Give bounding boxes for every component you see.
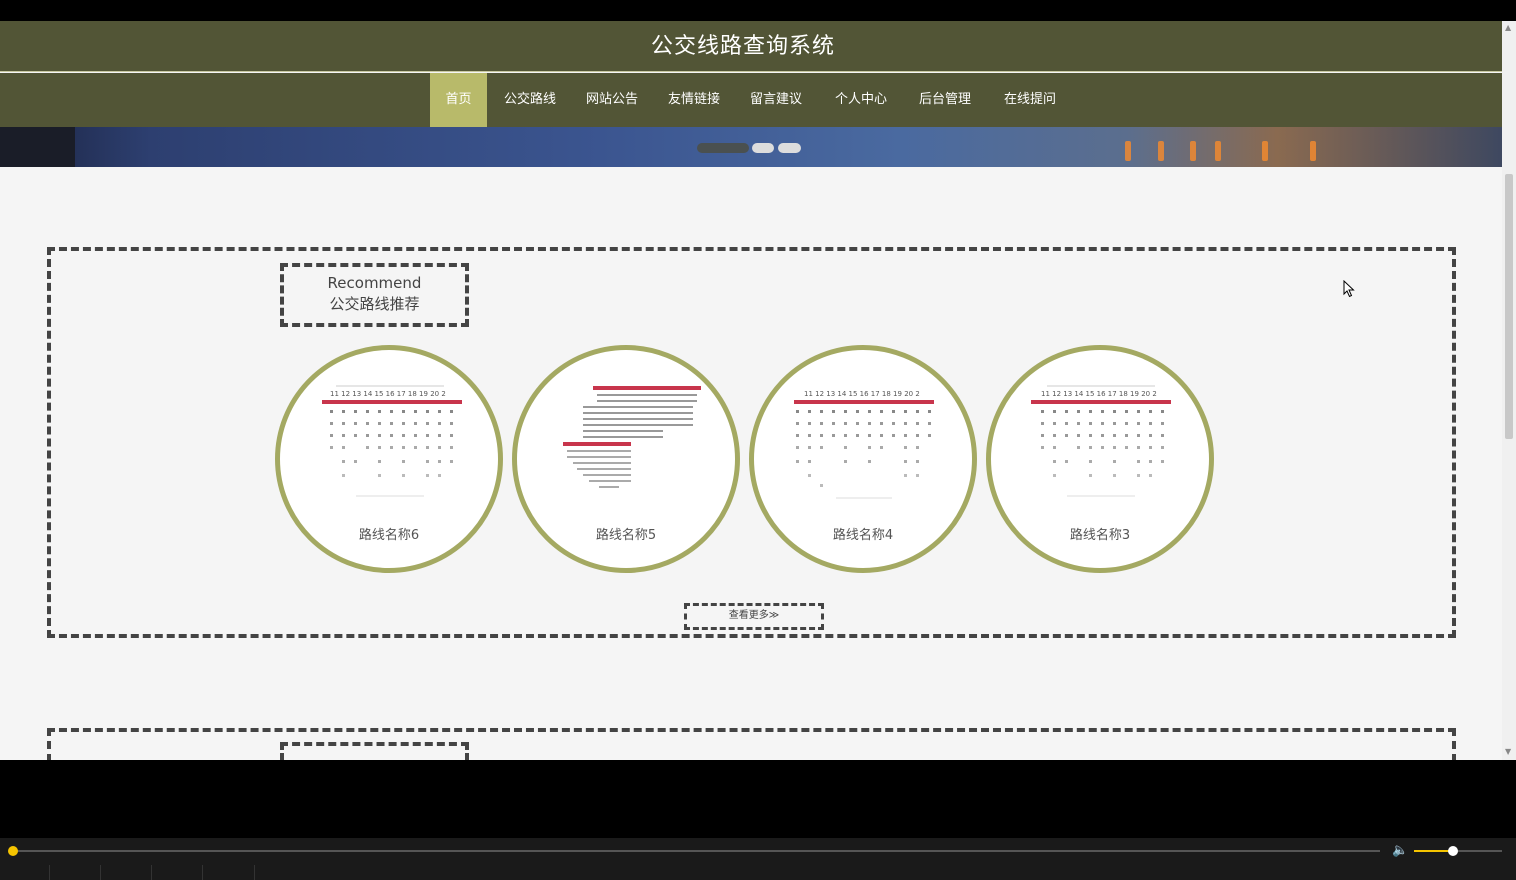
route-card[interactable]: 路线名称5: [512, 345, 740, 573]
route-map-image: 11 12 13 14 15 16 17 18 19 20 2: [322, 385, 462, 497]
player-button[interactable]: [50, 865, 101, 880]
progress-track[interactable]: [14, 850, 1380, 852]
svg-text:11 12 13 14 15 16 17 18 19 20: 11 12 13 14 15 16 17 18 19 20 2: [804, 390, 920, 398]
section-title-en: Recommend: [327, 274, 422, 292]
section-title-box: Recommend 公交路线推荐: [280, 263, 469, 327]
nav-item-home[interactable]: 首页: [430, 73, 487, 127]
nav-item-friend-links[interactable]: 友情链接: [660, 73, 728, 127]
view-more-button[interactable]: 查看更多≫: [684, 603, 824, 630]
nav-item-admin[interactable]: 后台管理: [911, 73, 979, 127]
banner-light: [1190, 141, 1196, 161]
route-name[interactable]: 路线名称5: [517, 524, 735, 543]
svg-text:11 12 13 14 15 16 17 18 19 20: 11 12 13 14 15 16 17 18 19 20 2: [1041, 390, 1157, 398]
route-card[interactable]: 11 12 13 14 15 16 17 18 19 20 2 路线名称6: [275, 345, 503, 573]
nav-item-online-question[interactable]: 在线提问: [996, 73, 1064, 127]
carousel-dot-active[interactable]: [697, 143, 749, 153]
section-title-box: [280, 742, 469, 760]
main-nav: 首页 公交路线 网站公告 友情链接 留言建议 个人中心 后台管理 在线提问: [0, 73, 1502, 127]
nav-item-bus-routes[interactable]: 公交路线: [496, 73, 564, 127]
player-button[interactable]: [0, 865, 50, 880]
player-button[interactable]: [152, 865, 203, 880]
nav-item-announcements[interactable]: 网站公告: [578, 73, 646, 127]
route-map-image: [563, 386, 701, 488]
route-name[interactable]: 路线名称6: [280, 524, 498, 543]
site-header: 公交线路查询系统: [0, 21, 1502, 72]
window-top-bar: [0, 0, 1516, 21]
route-name[interactable]: 路线名称4: [754, 524, 972, 543]
route-card[interactable]: 11 12 13 14 15 16 17 18 19 20 2 路线名称4: [749, 345, 977, 573]
route-card[interactable]: 11 12 13 14 15 16 17 18 19 20 2 路线名称3: [986, 345, 1214, 573]
banner-dark-edge: [0, 127, 75, 167]
video-player-controls: 🔈: [0, 838, 1516, 880]
carousel-dot[interactable]: [778, 143, 801, 153]
carousel-dot[interactable]: [752, 143, 774, 153]
route-map-image: 11 12 13 14 15 16 17 18 19 20 2: [1031, 385, 1171, 497]
nav-item-personal-center[interactable]: 个人中心: [827, 73, 895, 127]
second-section: [47, 728, 1456, 760]
banner-light: [1262, 141, 1268, 161]
player-button[interactable]: [203, 865, 255, 880]
recommend-section: Recommend 公交路线推荐 11 12 13 14 15 16 17 18…: [47, 247, 1456, 638]
player-button[interactable]: [101, 865, 152, 880]
banner-carousel[interactable]: [0, 127, 1502, 167]
site-title: 公交线路查询系统: [650, 34, 835, 59]
vertical-scrollbar[interactable]: ▲ ▼: [1502, 21, 1516, 760]
progress-knob[interactable]: [8, 846, 18, 856]
route-name[interactable]: 路线名称3: [991, 524, 1209, 543]
scroll-up-icon[interactable]: ▲: [1505, 23, 1511, 32]
browser-viewport: 公交线路查询系统 首页 公交路线 网站公告 友情链接 留言建议 个人中心 后台管…: [0, 21, 1502, 760]
mouse-cursor-icon: [1343, 280, 1355, 298]
banner-light: [1310, 141, 1316, 161]
route-map-image: 11 12 13 14 15 16 17 18 19 20 2: [794, 390, 934, 499]
banner-light: [1125, 141, 1131, 161]
scroll-down-icon[interactable]: ▼: [1505, 747, 1511, 756]
section-title-cn: 公交路线推荐: [329, 295, 420, 313]
svg-text:11 12 13 14 15 16 17 18 19 20: 11 12 13 14 15 16 17 18 19 20 2: [330, 390, 446, 398]
volume-icon[interactable]: 🔈: [1392, 843, 1408, 858]
scroll-thumb[interactable]: [1505, 174, 1513, 439]
banner-light: [1215, 141, 1221, 161]
banner-light: [1158, 141, 1164, 161]
volume-knob[interactable]: [1448, 846, 1458, 856]
nav-item-feedback[interactable]: 留言建议: [742, 73, 810, 127]
